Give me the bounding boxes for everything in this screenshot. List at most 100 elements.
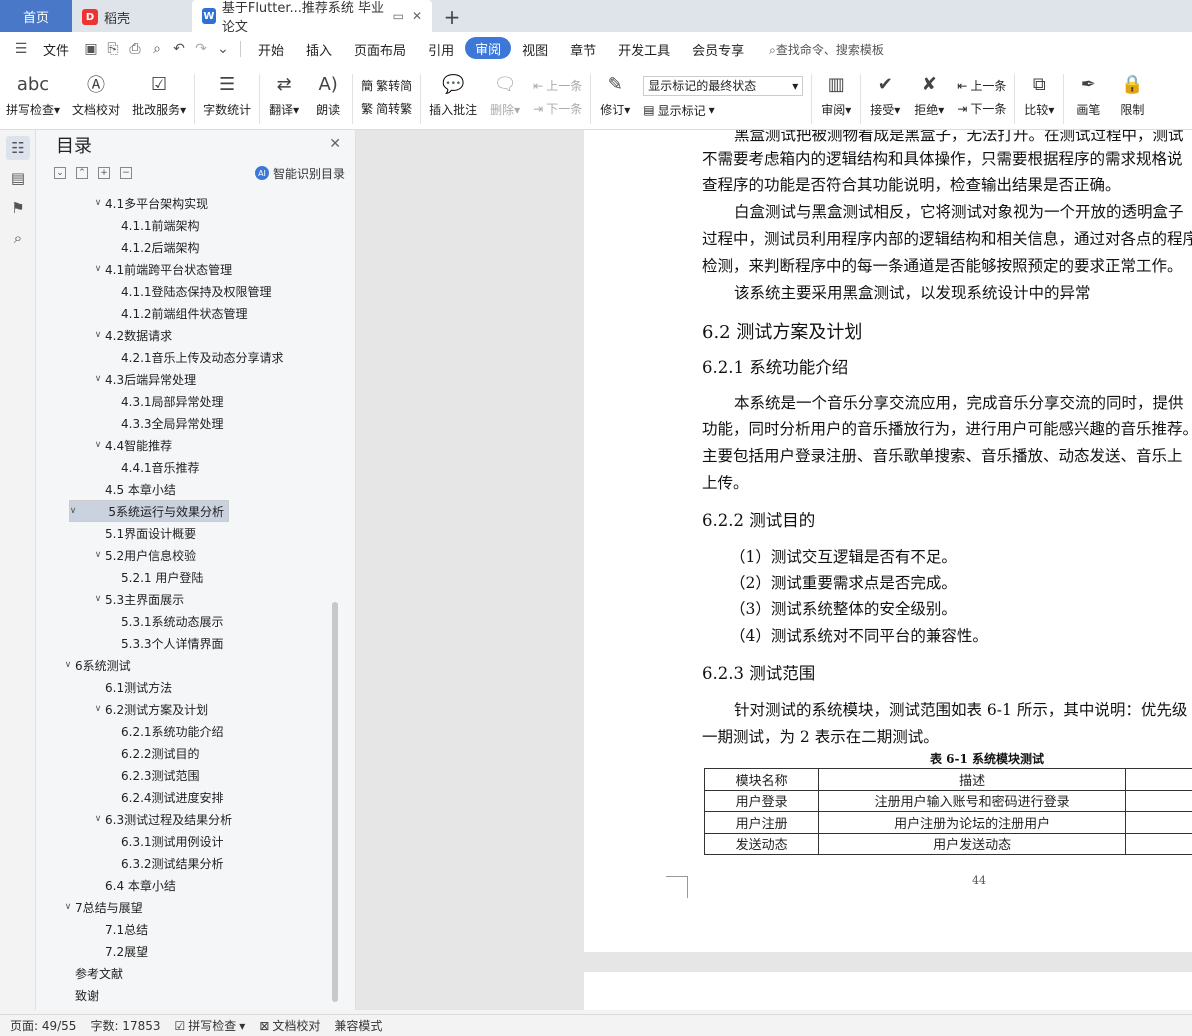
toc-item[interactable]: 6.2.3测试范围 <box>69 764 331 786</box>
toc-item[interactable]: 6.1测试方法 <box>69 676 331 698</box>
page-indicator[interactable]: 页面: 49/55 <box>10 1017 76 1034</box>
toc-item[interactable]: 5.3.3个人详情界面 <box>69 632 331 654</box>
next-comment-button[interactable]: ⇥ 下一条 <box>533 100 582 117</box>
toc-item[interactable]: ∨ 4.3后端异常处理 <box>69 368 331 390</box>
proofread-status[interactable]: ⊠ 文档校对 <box>259 1017 320 1034</box>
toc-item[interactable]: 6.3.2测试结果分析 <box>69 852 331 874</box>
toc-item[interactable]: 4.1.2前端组件状态管理 <box>69 302 331 324</box>
add-heading-icon[interactable]: + <box>98 167 110 179</box>
chevron-down-icon[interactable]: ∨ <box>66 506 80 516</box>
toc-item[interactable]: 4.5 本章小结 <box>69 478 331 500</box>
toc-item[interactable]: 6.2.4测试进度安排 <box>69 786 331 808</box>
accept-button[interactable]: ✔ 接受▾ <box>863 70 907 118</box>
export-icon[interactable]: ⎘ <box>102 41 124 57</box>
menu-tab-3[interactable]: 引用 <box>417 37 465 61</box>
toc-item[interactable]: ∨ 6系统测试 <box>65 654 331 676</box>
trad-to-simp-button[interactable]: 簡繁转简 <box>361 77 412 94</box>
chapter-panel-icon[interactable]: ▤ <box>6 166 30 190</box>
more-icon[interactable]: ⌄ <box>212 41 234 57</box>
undo-icon[interactable]: ↶ <box>168 41 190 57</box>
toc-scrollbar[interactable] <box>332 602 338 1002</box>
toc-item[interactable]: 致谢 <box>69 984 331 1006</box>
toc-item[interactable]: 4.3.1局部异常处理 <box>69 390 331 412</box>
compare-button[interactable]: ⧉ 比较▾ <box>1017 70 1061 118</box>
menu-tab-0[interactable]: 开始 <box>247 37 295 61</box>
toc-item[interactable]: ∨ 4.1前端跨平台状态管理 <box>69 258 331 280</box>
toc-item[interactable]: 5.3.1系统动态展示 <box>69 610 331 632</box>
pen-button[interactable]: ✒ 画笔 <box>1066 70 1110 118</box>
toc-panel-icon[interactable]: ☷ <box>6 136 30 160</box>
spellcheck-status[interactable]: ☑ 拼写检查 ▾ <box>175 1017 246 1034</box>
show-markup-button[interactable]: ▤ 显示标记 ▾ <box>643 102 803 119</box>
new-tab-button[interactable]: + <box>432 2 472 32</box>
search-panel-icon[interactable]: ⌕ <box>6 226 30 250</box>
remove-heading-icon[interactable]: − <box>120 167 132 179</box>
toc-item[interactable]: 6.3.1测试用例设计 <box>69 830 331 852</box>
chevron-down-icon[interactable]: ∨ <box>61 902 75 912</box>
toc-item[interactable]: 参考文献 <box>69 962 331 984</box>
chevron-down-icon[interactable]: ∨ <box>91 440 105 450</box>
toc-item[interactable]: ∨ 6.3测试过程及结果分析 <box>69 808 331 830</box>
menu-tab-4[interactable]: 审阅 <box>465 37 512 59</box>
chevron-down-icon[interactable]: ∨ <box>91 594 105 604</box>
doccheck-button[interactable]: Ⓐ 文档校对 <box>66 70 126 118</box>
restrict-button[interactable]: 🔒 限制 <box>1110 70 1154 118</box>
expand-all-icon[interactable]: ⌃ <box>76 167 88 179</box>
toc-item[interactable]: 7.1总结 <box>69 918 331 940</box>
toc-item[interactable]: 4.1.1前端架构 <box>69 214 331 236</box>
toc-item[interactable]: 4.1.2后端架构 <box>69 236 331 258</box>
command-search[interactable]: ⌕查找命令、搜索模板 <box>769 41 884 58</box>
batch-service-button[interactable]: ☑ 批改服务▾ <box>126 70 192 118</box>
toc-item[interactable]: ∨ 4.2数据请求 <box>69 324 331 346</box>
toc-item[interactable]: 6.2.2测试目的 <box>69 742 331 764</box>
toc-item[interactable]: ∨ 4.4智能推荐 <box>69 434 331 456</box>
toc-item[interactable]: ∨ 5.3主界面展示 <box>69 588 331 610</box>
menu-tab-1[interactable]: 插入 <box>295 37 343 61</box>
menu-tab-7[interactable]: 开发工具 <box>607 37 681 61</box>
monitor-icon[interactable]: ▭ <box>393 9 404 23</box>
toc-item[interactable]: 4.4.1音乐推荐 <box>69 456 331 478</box>
markup-state-select[interactable]: 显示标记的最终状态 ▾ <box>643 75 804 96</box>
chevron-down-icon[interactable]: ∨ <box>91 264 105 274</box>
close-icon[interactable]: ✕ <box>329 136 341 152</box>
preview-icon[interactable]: ⌕ <box>146 41 168 57</box>
toc-item[interactable]: ∨ 7总结与展望 <box>65 896 331 918</box>
toc-item[interactable]: 6.4 本章小结 <box>69 874 331 896</box>
menu-tab-8[interactable]: 会员专享 <box>681 37 755 61</box>
delete-comment-button[interactable]: 🗨 删除▾ <box>483 70 527 118</box>
read-aloud-button[interactable]: A) 朗读 <box>306 70 350 118</box>
menu-tab-2[interactable]: 页面布局 <box>343 37 417 61</box>
close-tab-icon[interactable]: ✕ <box>412 9 422 23</box>
menu-tab-5[interactable]: 视图 <box>511 37 559 61</box>
tab-home[interactable]: 首页 <box>0 0 72 32</box>
collapse-all-icon[interactable]: ⌄ <box>54 167 66 179</box>
menu-file[interactable]: 文件 <box>32 37 80 61</box>
chevron-down-icon[interactable]: ∨ <box>61 660 75 670</box>
next-revision-button[interactable]: ⇥ 下一条 <box>957 100 1006 117</box>
chevron-down-icon[interactable]: ∨ <box>91 374 105 384</box>
smart-toc-button[interactable]: AI 智能识别目录 <box>254 165 345 182</box>
wordcount-button[interactable]: ☰ 字数统计 <box>197 70 257 118</box>
print-icon[interactable]: ⎙ <box>124 41 146 57</box>
spellcheck-button[interactable]: abc 拼写检查▾ <box>0 70 66 118</box>
chevron-down-icon[interactable]: ∨ <box>91 704 105 714</box>
toc-item[interactable]: 4.2.1音乐上传及动态分享请求 <box>69 346 331 368</box>
toc-item[interactable]: 5.1界面设计概要 <box>69 522 331 544</box>
prev-revision-button[interactable]: ⇤ 上一条 <box>957 77 1006 94</box>
menu-tab-6[interactable]: 章节 <box>559 37 607 61</box>
toc-item[interactable]: ∨ 4.1多平台架构实现 <box>69 192 331 214</box>
prev-comment-button[interactable]: ⇤ 上一条 <box>533 77 582 94</box>
toc-item[interactable]: ∨ 5系统运行与效果分析 <box>69 500 229 522</box>
chevron-down-icon[interactable]: ∨ <box>91 550 105 560</box>
toc-item[interactable]: ∨ 6.2测试方案及计划 <box>69 698 331 720</box>
simp-to-trad-button[interactable]: 繁简转繁 <box>361 100 412 117</box>
toc-item[interactable]: 4.3.3全局异常处理 <box>69 412 331 434</box>
toc-item[interactable]: ∨ 5.2用户信息校验 <box>69 544 331 566</box>
translate-button[interactable]: ⇄ 翻译▾ <box>262 70 306 118</box>
insert-comment-button[interactable]: 💬 插入批注 <box>423 70 483 118</box>
chevron-down-icon[interactable]: ∨ <box>91 198 105 208</box>
toc-item[interactable]: 6.2.1系统功能介绍 <box>69 720 331 742</box>
word-count[interactable]: 字数: 17853 <box>90 1017 160 1034</box>
toc-item[interactable]: 7.2展望 <box>69 940 331 962</box>
review-pane-button[interactable]: ▥ 审阅▾ <box>814 70 858 118</box>
